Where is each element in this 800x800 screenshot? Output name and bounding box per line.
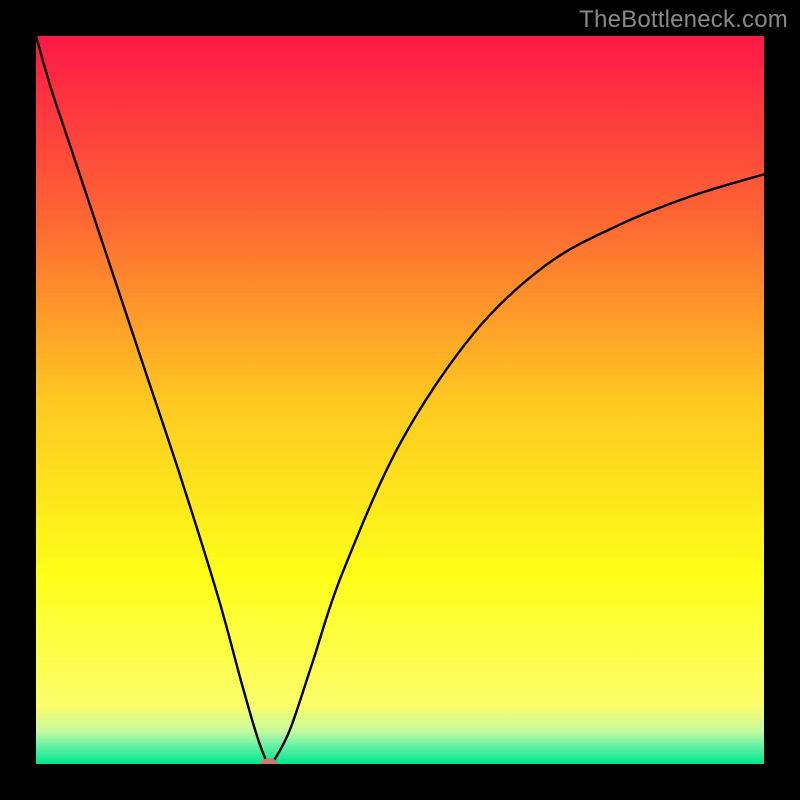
chart-container: TheBottleneck.com <box>0 0 800 800</box>
watermark-text: TheBottleneck.com <box>579 6 788 34</box>
chart-svg <box>36 36 764 764</box>
chart-plot-area <box>36 36 764 764</box>
chart-background-gradient <box>36 36 764 764</box>
